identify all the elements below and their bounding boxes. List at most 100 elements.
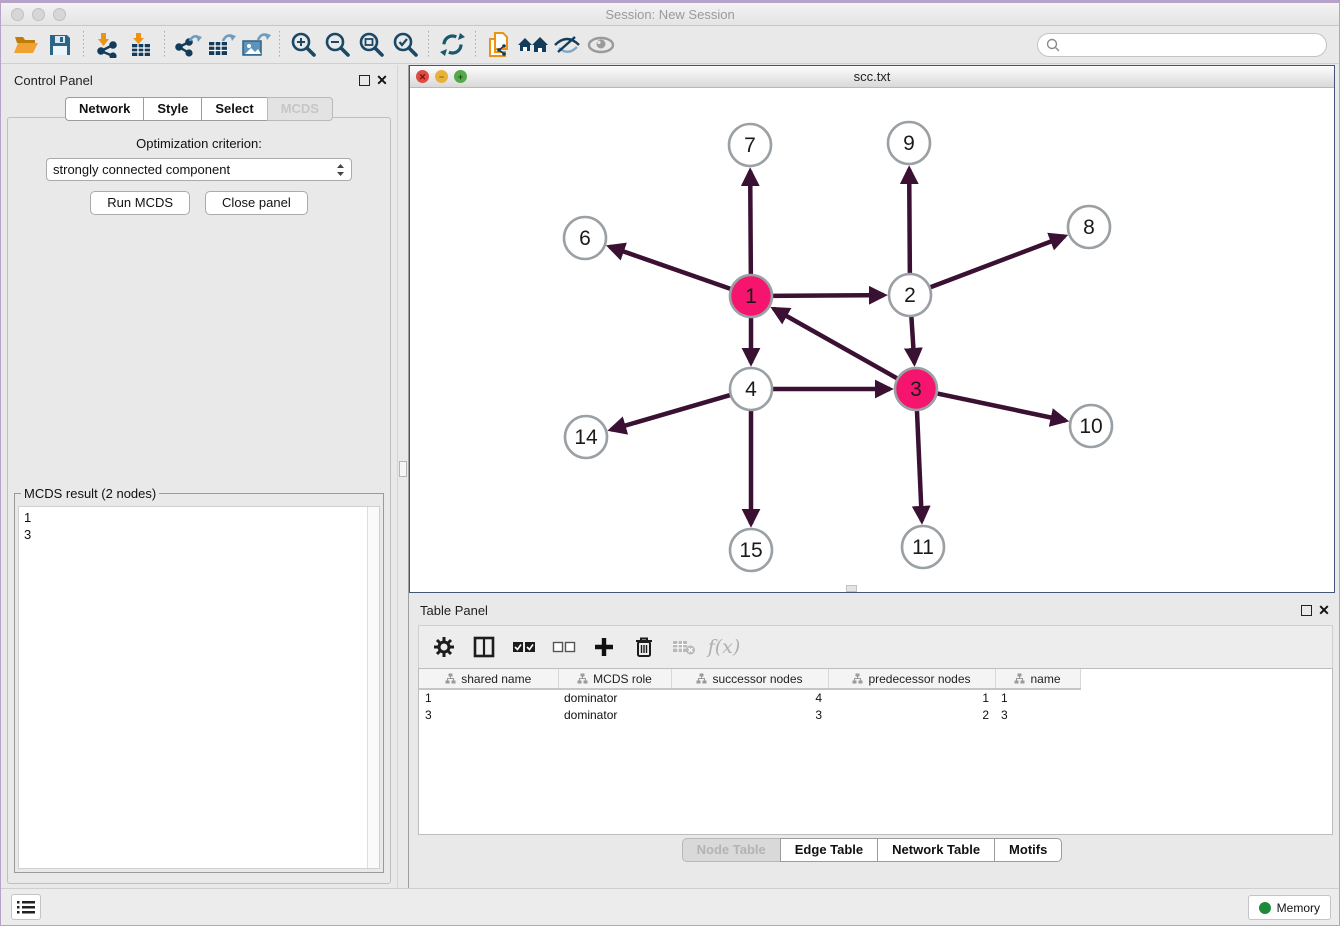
node-table-body: 1dominator4113dominator323 xyxy=(419,689,1332,723)
export-image-icon[interactable] xyxy=(239,29,273,61)
column-header-filler xyxy=(1080,669,1332,689)
mcds-result-area: 1 3 xyxy=(18,506,380,869)
add-column-icon[interactable] xyxy=(589,632,619,662)
clone-network-icon[interactable] xyxy=(482,29,516,61)
graph-edge-3-1[interactable] xyxy=(774,309,900,380)
toolbar-separator xyxy=(475,31,476,59)
tab-mcds[interactable]: MCDS xyxy=(267,97,333,121)
tab-network-table[interactable]: Network Table xyxy=(877,838,994,862)
network-title: scc.txt xyxy=(410,66,1334,88)
graph-edge-1-7[interactable] xyxy=(750,171,751,277)
column-header-MCDS-role[interactable]: MCDS role xyxy=(558,669,671,689)
table-cell[interactable]: 3 xyxy=(671,706,828,723)
dropdown-value: strongly connected component xyxy=(53,162,336,177)
toolbar-separator xyxy=(279,31,280,59)
table-cell[interactable]: dominator xyxy=(558,689,671,706)
deselect-all-columns-icon[interactable] xyxy=(549,632,579,662)
show-all-icon[interactable] xyxy=(584,29,618,61)
network-close-button[interactable]: ✕ xyxy=(416,70,429,83)
column-browser-icon[interactable] xyxy=(469,632,499,662)
table-panel-title: Table Panel xyxy=(420,603,488,618)
column-header-name[interactable]: name xyxy=(995,669,1080,689)
graph-edge-4-14[interactable] xyxy=(611,394,733,429)
graph-edge-2-3[interactable] xyxy=(911,314,914,363)
graph-node-label: 15 xyxy=(739,539,762,562)
network-minimize-button[interactable]: − xyxy=(435,70,448,83)
close-window-button[interactable] xyxy=(11,8,24,21)
delete-columns-icon[interactable] xyxy=(629,632,659,662)
minimize-window-button[interactable] xyxy=(32,8,45,21)
node-table: shared nameMCDS rolesuccessor nodesprede… xyxy=(419,669,1332,723)
memory-button[interactable]: Memory xyxy=(1248,895,1331,920)
zoom-in-icon[interactable] xyxy=(286,29,320,61)
table-cell[interactable]: 3 xyxy=(995,706,1080,723)
graph-edge-2-8[interactable] xyxy=(928,236,1065,288)
graph-edge-1-2[interactable] xyxy=(770,295,884,296)
table-panel-float-button[interactable] xyxy=(1301,605,1312,616)
select-all-columns-icon[interactable] xyxy=(509,632,539,662)
table-cell[interactable]: 1 xyxy=(419,689,558,706)
divider-grip[interactable] xyxy=(399,461,407,477)
export-network-icon[interactable] xyxy=(171,29,205,61)
zoom-fit-icon[interactable] xyxy=(354,29,388,61)
tab-network[interactable]: Network xyxy=(65,97,143,121)
search-input[interactable] xyxy=(1065,35,1326,55)
table-panel-close-button[interactable]: ✕ xyxy=(1317,602,1331,618)
zoom-out-icon[interactable] xyxy=(320,29,354,61)
table-cell[interactable]: 1 xyxy=(828,689,995,706)
column-header-shared-name[interactable]: shared name xyxy=(419,669,558,689)
titlebar: Session: New Session xyxy=(1,3,1339,26)
hide-selected-icon[interactable] xyxy=(550,29,584,61)
tab-edge-table[interactable]: Edge Table xyxy=(780,838,877,862)
tab-motifs[interactable]: Motifs xyxy=(994,838,1062,862)
table-cell-filler xyxy=(1080,689,1332,706)
search-box xyxy=(1037,33,1327,57)
tab-node-table[interactable]: Node Table xyxy=(682,838,780,862)
optimization-criterion-label: Optimization criterion: xyxy=(8,136,390,151)
control-panel-float-button[interactable] xyxy=(359,75,370,86)
table-cell[interactable]: dominator xyxy=(558,706,671,723)
table-cell[interactable]: 3 xyxy=(419,706,558,723)
table-row[interactable]: 1dominator411 xyxy=(419,689,1332,706)
import-table-icon[interactable] xyxy=(124,29,158,61)
table-options-icon[interactable] xyxy=(429,632,459,662)
column-header-predecessor-nodes[interactable]: predecessor nodes xyxy=(828,669,995,689)
run-mcds-button[interactable]: Run MCDS xyxy=(90,191,190,215)
open-session-icon[interactable] xyxy=(9,29,43,61)
table-panel-header: Table Panel ✕ xyxy=(409,601,1335,621)
control-panel-close-button[interactable]: ✕ xyxy=(375,72,389,88)
refresh-layout-icon[interactable] xyxy=(435,29,469,61)
optimization-criterion-select[interactable]: strongly connected component xyxy=(46,158,352,181)
task-history-button[interactable] xyxy=(11,894,41,920)
function-builder-icon[interactable]: f(x) xyxy=(709,632,739,662)
graph-edge-3-11[interactable] xyxy=(917,408,922,521)
main-area: Control Panel ✕ NetworkStyleSelectMCDS O… xyxy=(1,65,1339,888)
graph-edge-1-6[interactable] xyxy=(610,247,734,290)
close-panel-button[interactable]: Close panel xyxy=(205,191,308,215)
graph-edge-2-9[interactable] xyxy=(909,169,910,276)
tab-select[interactable]: Select xyxy=(201,97,266,121)
network-canvas[interactable]: 7968124314101511 xyxy=(410,88,1334,592)
mcds-result-text: 1 3 xyxy=(19,507,366,868)
mcds-result-legend: MCDS result (2 nodes) xyxy=(21,486,159,501)
zoom-window-button[interactable] xyxy=(53,8,66,21)
table-cell[interactable]: 2 xyxy=(828,706,995,723)
table-cell[interactable]: 4 xyxy=(671,689,828,706)
zoom-selected-icon[interactable] xyxy=(388,29,422,61)
graph-edge-3-10[interactable] xyxy=(935,393,1066,421)
panel-divider[interactable] xyxy=(397,65,409,888)
chevron-up-down-icon xyxy=(336,162,345,178)
import-network-icon[interactable] xyxy=(90,29,124,61)
export-table-icon[interactable] xyxy=(205,29,239,61)
mcds-result-scrollbar[interactable] xyxy=(367,507,379,868)
delete-table-icon[interactable] xyxy=(669,632,699,662)
table-row[interactable]: 3dominator323 xyxy=(419,706,1332,723)
graph-node-label: 8 xyxy=(1083,216,1095,239)
column-header-successor-nodes[interactable]: successor nodes xyxy=(671,669,828,689)
canvas-split-grip[interactable] xyxy=(846,585,857,592)
save-session-icon[interactable] xyxy=(43,29,77,61)
network-maximize-button[interactable]: + xyxy=(454,70,467,83)
table-cell[interactable]: 1 xyxy=(995,689,1080,706)
home-layout-icon[interactable] xyxy=(516,29,550,61)
tab-style[interactable]: Style xyxy=(143,97,201,121)
